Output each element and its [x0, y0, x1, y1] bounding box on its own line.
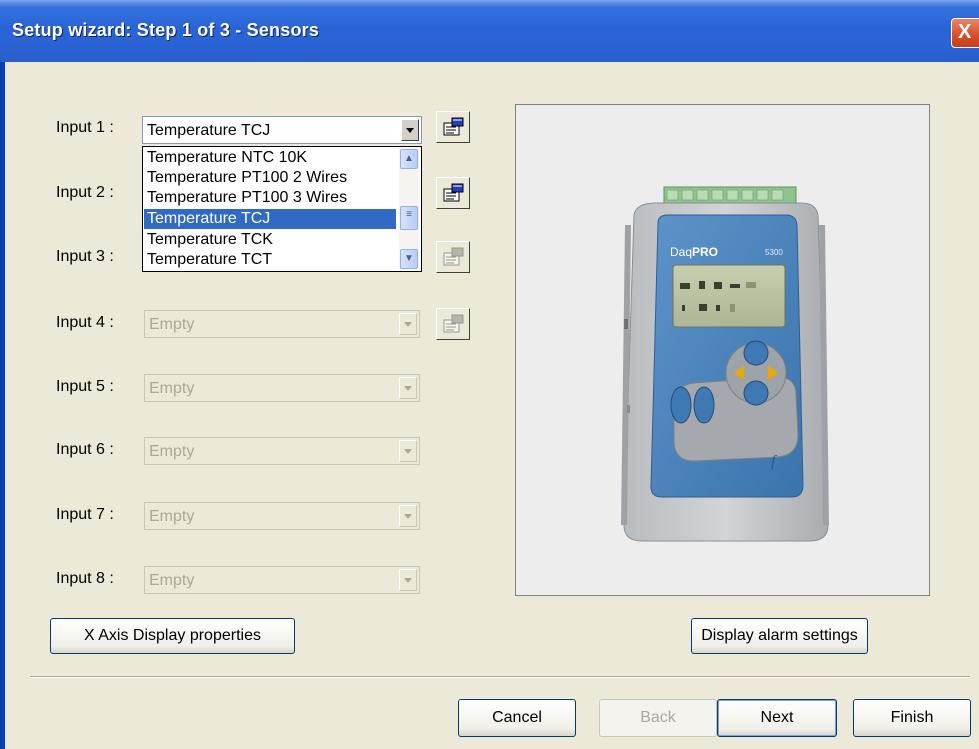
input-3-properties-button[interactable]: [436, 241, 470, 273]
input-8-label: Input 8 :: [56, 570, 114, 587]
device-model: 5300: [765, 248, 783, 257]
chevron-down-icon: [399, 569, 417, 591]
input-4-select[interactable]: Empty: [144, 310, 420, 338]
cancel-button[interactable]: Cancel: [458, 699, 576, 737]
input-6-value: Empty: [149, 443, 195, 460]
close-icon: X: [958, 21, 972, 43]
input-8-value: Empty: [149, 572, 195, 589]
scroll-thumb[interactable]: ≡: [400, 206, 418, 230]
close-button[interactable]: X: [951, 18, 979, 48]
finish-label: Finish: [890, 709, 934, 726]
dropdown-option[interactable]: Temperature TCT: [147, 250, 395, 270]
chevron-up-icon: ▲: [404, 153, 414, 164]
input-7-label: Input 7 :: [56, 506, 114, 523]
next-label: Next: [760, 709, 794, 726]
alarm-button-label: Display alarm settings: [701, 627, 858, 644]
grip-icon: ≡: [406, 209, 412, 220]
input-4-label: Input 4 :: [56, 314, 114, 331]
next-button[interactable]: Next: [717, 699, 837, 737]
input-5-value: Empty: [149, 380, 195, 397]
input-2-properties-button[interactable]: [436, 177, 470, 209]
dropdown-option[interactable]: Temperature TCK: [147, 230, 395, 250]
input-1-dropdown-list[interactable]: Temperature NTC 10K Temperature PT100 2 …: [142, 146, 422, 272]
window-title: Setup wizard: Step 1 of 3 - Sensors: [12, 20, 320, 40]
input-4-value: Empty: [149, 316, 195, 333]
input-1-properties-button[interactable]: [436, 111, 470, 143]
data-logger-device-image: [621, 186, 829, 542]
device-image-panel: DaqPRO 5300 f: [515, 104, 930, 596]
input-1-label: Input 1 :: [56, 119, 114, 136]
device-brand: DaqPRO: [670, 245, 718, 259]
device-brand-prefix: Daq: [670, 245, 693, 259]
chevron-down-icon: [399, 313, 417, 335]
chevron-down-icon: [399, 505, 417, 527]
finish-button[interactable]: Finish: [853, 699, 971, 737]
dropdown-option[interactable]: Temperature NTC 10K: [147, 148, 395, 168]
properties-icon: [443, 183, 464, 202]
input-4-properties-button[interactable]: [436, 308, 470, 340]
device-logo: f: [771, 453, 776, 470]
input-8-select[interactable]: Empty: [144, 566, 420, 594]
separator: [30, 676, 970, 678]
device-brand-suffix: PRO: [692, 245, 719, 259]
x-axis-display-properties-button[interactable]: X Axis Display properties: [50, 618, 295, 654]
chevron-down-icon: [399, 377, 417, 399]
chevron-down-icon: [399, 440, 417, 462]
input-5-label: Input 5 :: [56, 378, 114, 395]
input-1-select[interactable]: Temperature TCJ: [142, 116, 422, 144]
chevron-down-icon[interactable]: [401, 119, 419, 141]
scroll-down-button[interactable]: ▼: [400, 249, 418, 269]
display-alarm-settings-button[interactable]: Display alarm settings: [691, 618, 868, 654]
properties-icon: [443, 314, 464, 333]
title-bar[interactable]: Setup wizard: Step 1 of 3 - Sensors X: [0, 0, 979, 62]
input-6-select[interactable]: Empty: [144, 437, 420, 465]
input-1-value: Temperature TCJ: [147, 122, 271, 139]
dropdown-option[interactable]: Temperature PT100 3 Wires: [147, 188, 395, 208]
dropdown-option-selected[interactable]: Temperature TCJ: [144, 209, 396, 229]
scroll-up-button[interactable]: ▲: [400, 149, 418, 169]
input-3-label: Input 3 :: [56, 248, 114, 265]
input-7-value: Empty: [149, 508, 195, 525]
properties-icon: [443, 247, 464, 266]
chevron-down-icon: ▼: [404, 253, 414, 264]
back-button[interactable]: Back: [599, 699, 717, 737]
input-2-label: Input 2 :: [56, 184, 114, 201]
input-6-label: Input 6 :: [56, 441, 114, 458]
dropdown-scrollbar[interactable]: ▲ ≡ ▼: [399, 148, 419, 270]
back-label: Back: [640, 709, 676, 726]
x-axis-button-label: X Axis Display properties: [84, 627, 261, 644]
input-7-select[interactable]: Empty: [144, 502, 420, 530]
dropdown-option[interactable]: Temperature PT100 2 Wires: [147, 168, 395, 188]
input-5-select[interactable]: Empty: [144, 374, 420, 402]
cancel-label: Cancel: [492, 709, 542, 726]
properties-icon: [443, 117, 464, 136]
